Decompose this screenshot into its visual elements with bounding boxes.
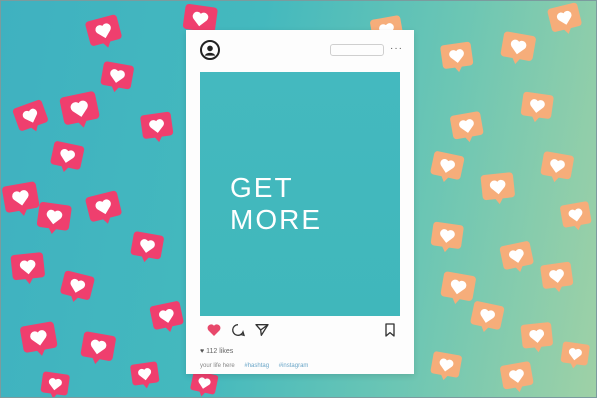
user-avatar-icon xyxy=(200,40,220,60)
post-headline: GET MORE xyxy=(230,172,322,235)
like-notification-heart-icon xyxy=(427,347,464,384)
hashtag: #hashtag xyxy=(244,363,270,369)
social-media-likes-photo: ··· GET MORE ♥ 112 likes your life here xyxy=(0,0,597,398)
like-notification-heart-icon xyxy=(138,108,176,146)
like-notification-heart-icon xyxy=(538,258,576,296)
bookmark-icon xyxy=(382,322,398,338)
like-notification-heart-icon xyxy=(127,227,166,266)
like-notification-heart-icon xyxy=(447,107,486,146)
like-notification-heart-icon xyxy=(56,266,97,307)
caption-user: your life here xyxy=(200,363,235,369)
post-header: ··· xyxy=(186,30,414,70)
share-icon xyxy=(254,322,270,338)
like-notification-heart-icon xyxy=(82,10,126,54)
like-notification-heart-icon xyxy=(427,147,467,187)
like-notification-heart-icon xyxy=(47,137,87,177)
like-notification-heart-icon xyxy=(518,318,555,355)
small-heart-icon: ♥ xyxy=(200,348,205,355)
like-notification-heart-icon xyxy=(557,197,594,234)
post-photo: GET MORE xyxy=(200,72,400,316)
likes-text: 112 likes xyxy=(206,348,234,355)
post-actions xyxy=(200,322,400,340)
like-notification-heart-icon xyxy=(478,168,518,208)
like-notification-heart-icon xyxy=(128,358,162,392)
like-notification-heart-icon xyxy=(537,147,576,186)
like-notification-heart-icon xyxy=(34,198,75,239)
like-notification-heart-icon xyxy=(428,218,466,256)
like-notification-heart-icon xyxy=(17,317,61,361)
like-notification-heart-icon xyxy=(9,95,53,139)
follow-button xyxy=(330,44,384,56)
like-notification-heart-icon xyxy=(558,338,592,372)
comment-icon xyxy=(230,322,246,338)
like-notification-heart-icon xyxy=(497,27,539,69)
like-notification-heart-icon xyxy=(8,248,48,288)
like-notification-heart-icon xyxy=(147,297,187,337)
heart-icon xyxy=(206,322,222,338)
hashtag: #instagram xyxy=(278,363,309,369)
post-caption: your life here #hashtag #instagram xyxy=(200,363,308,369)
instagram-post-frame: ··· GET MORE ♥ 112 likes your life here xyxy=(186,30,414,374)
like-notification-heart-icon xyxy=(438,38,476,76)
likes-count: ♥ 112 likes xyxy=(200,348,233,355)
like-notification-heart-icon xyxy=(544,0,585,40)
more-options-icon: ··· xyxy=(390,43,403,54)
like-notification-heart-icon xyxy=(518,88,556,126)
like-notification-heart-icon xyxy=(497,357,536,396)
like-notification-heart-icon xyxy=(497,237,537,277)
like-notification-heart-icon xyxy=(38,368,72,398)
like-notification-heart-icon xyxy=(82,186,126,230)
like-notification-heart-icon xyxy=(56,86,103,133)
like-notification-heart-icon xyxy=(467,297,507,337)
like-notification-heart-icon xyxy=(77,327,119,369)
like-notification-heart-icon xyxy=(97,57,136,96)
